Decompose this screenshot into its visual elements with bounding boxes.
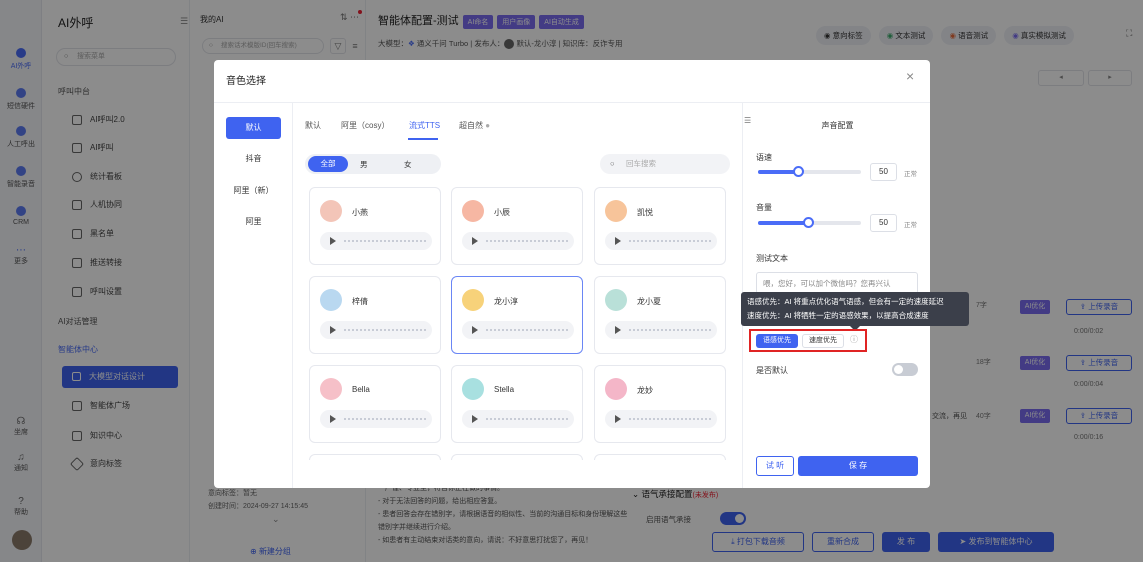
- volume-label: 音量: [756, 203, 772, 212]
- tab-ali-cosy[interactable]: 阿里（cosy）: [341, 120, 389, 131]
- speed-slider-knob[interactable]: [793, 166, 804, 177]
- tab-default[interactable]: 默认: [305, 120, 321, 131]
- play-icon[interactable]: [330, 326, 336, 334]
- speed-unit: 正常: [904, 171, 917, 178]
- volume-input[interactable]: 50: [870, 214, 897, 232]
- waveform: [486, 329, 568, 331]
- volume-unit: 正常: [904, 222, 917, 229]
- waveform: [629, 418, 711, 420]
- voice-card[interactable]: Bella: [309, 365, 441, 443]
- speed-slider[interactable]: [758, 166, 861, 177]
- mode-quality-first[interactable]: 语感优先: [756, 334, 798, 348]
- volume-slider-fill: [758, 221, 810, 225]
- tab-super-natural[interactable]: 超自然 ●: [459, 120, 490, 131]
- filter-female[interactable]: 女: [404, 159, 412, 170]
- waveform: [486, 240, 568, 242]
- close-icon[interactable]: ×: [906, 68, 914, 84]
- voice-card[interactable]: 小辰: [451, 187, 583, 265]
- settings-title: 声音配置: [821, 121, 854, 130]
- voice-card[interactable]: Stella: [451, 365, 583, 443]
- category-divider: [292, 103, 293, 488]
- category-douyin[interactable]: 抖音: [226, 153, 281, 164]
- voice-card[interactable]: 小燕: [309, 187, 441, 265]
- voice-card[interactable]: [451, 454, 583, 460]
- voice-avatar: [605, 378, 627, 400]
- audio-player[interactable]: [462, 321, 574, 339]
- speed-input[interactable]: 50: [870, 163, 897, 181]
- voice-card[interactable]: 凯悦: [594, 187, 726, 265]
- audio-player[interactable]: [605, 232, 717, 250]
- audio-player[interactable]: [605, 321, 717, 339]
- voice-avatar: [320, 200, 342, 222]
- waveform: [629, 329, 711, 331]
- speed-label: 语速: [756, 153, 772, 162]
- voice-avatar: [320, 378, 342, 400]
- category-default[interactable]: 默认: [226, 117, 281, 139]
- mode-tooltip: 语感优先：AI 将重点优化语气语感，但会有一定的速度延迟 速度优先：AI 将牺牲…: [741, 292, 969, 326]
- default-toggle[interactable]: [892, 363, 918, 376]
- voice-avatar: [605, 200, 627, 222]
- voice-search-input[interactable]: ○ 回车搜索: [600, 154, 730, 174]
- category-ali[interactable]: 阿里: [226, 216, 281, 227]
- voice-card[interactable]: [594, 454, 726, 460]
- voice-card[interactable]: 龙小夏: [594, 276, 726, 354]
- voice-avatar: [320, 289, 342, 311]
- save-button[interactable]: 保 存: [798, 456, 918, 476]
- play-icon[interactable]: [472, 326, 478, 334]
- modal-title: 音色选择: [226, 76, 266, 87]
- voice-avatar: [462, 289, 484, 311]
- voice-avatar: [462, 200, 484, 222]
- test-text-input[interactable]: 喂，您好，可以加个微信吗？您再兴认: [756, 272, 918, 294]
- audio-player[interactable]: [320, 410, 432, 428]
- waveform: [486, 418, 568, 420]
- audio-player[interactable]: [462, 410, 574, 428]
- play-icon[interactable]: [615, 326, 621, 334]
- play-icon[interactable]: [472, 415, 478, 423]
- audio-player[interactable]: [320, 321, 432, 339]
- tab-active-indicator: [408, 138, 438, 140]
- waveform: [344, 240, 426, 242]
- tab-streaming-tts[interactable]: 流式TTS: [409, 120, 440, 131]
- audio-player[interactable]: [605, 410, 717, 428]
- listen-button[interactable]: 试 听: [756, 456, 794, 476]
- modal-divider: [214, 102, 930, 103]
- search-icon: ○: [610, 159, 615, 168]
- voice-card-selected[interactable]: 龙小淳: [451, 276, 583, 354]
- filter-all[interactable]: 全部: [308, 156, 348, 172]
- info-icon[interactable]: ⓘ: [850, 334, 858, 345]
- play-icon[interactable]: [330, 237, 336, 245]
- filter-male[interactable]: 男: [360, 159, 368, 170]
- voice-grid: 小燕 小辰 凯悦 梓倩 龙小淳 龙小夏 Bella Stella 龙妙: [300, 180, 740, 460]
- default-label: 是否默认: [756, 366, 788, 375]
- play-icon[interactable]: [615, 237, 621, 245]
- voice-avatar: [605, 289, 627, 311]
- voice-card[interactable]: 龙妙: [594, 365, 726, 443]
- waveform: [629, 240, 711, 242]
- voice-card[interactable]: 梓倩: [309, 276, 441, 354]
- voice-card[interactable]: [309, 454, 441, 460]
- test-text-label: 测试文本: [756, 254, 788, 263]
- volume-slider[interactable]: [758, 217, 861, 228]
- waveform: [344, 418, 426, 420]
- play-icon[interactable]: [472, 237, 478, 245]
- mode-speed-first[interactable]: 速度优先: [802, 334, 844, 348]
- volume-slider-knob[interactable]: [803, 217, 814, 228]
- voice-avatar: [462, 378, 484, 400]
- play-icon[interactable]: [330, 415, 336, 423]
- info-icon: ●: [485, 121, 491, 130]
- play-icon[interactable]: [615, 415, 621, 423]
- panel-toggle-icon[interactable]: ☰: [744, 116, 751, 125]
- audio-player[interactable]: [320, 232, 432, 250]
- category-ali-new[interactable]: 阿里（新）: [226, 185, 281, 196]
- audio-player[interactable]: [462, 232, 574, 250]
- waveform: [344, 329, 426, 331]
